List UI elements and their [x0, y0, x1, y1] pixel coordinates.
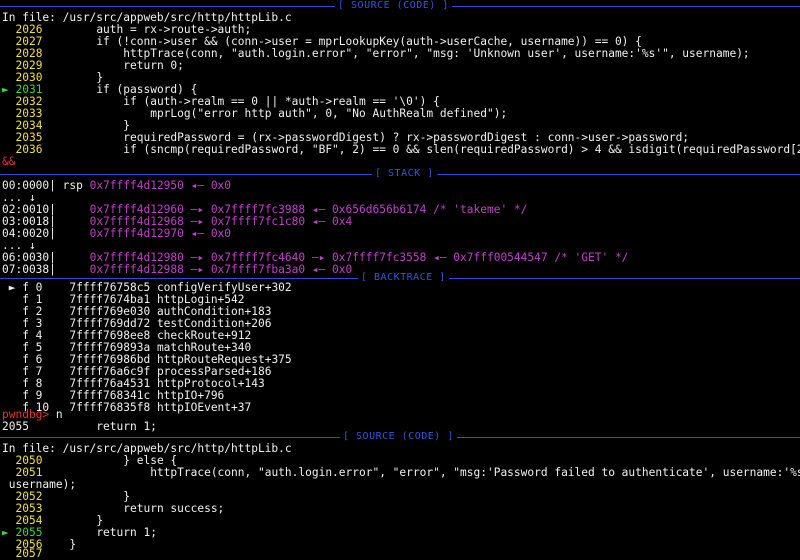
stack-row: 04:0020| 0x7ffff4d12970 ◂— 0x0 — [2, 227, 232, 240]
code-line: 2051 httpTrace(conn, "auth.login.error",… — [15, 466, 800, 479]
pane-title-source-top: [ SOURCE (CODE) ] — [335, 0, 452, 12]
pane-title-backtrace: [ BACKTRACE ] — [358, 272, 449, 284]
code-line: 2036 if (sncmp(requiredPassword, "BF", 2… — [15, 143, 800, 156]
stack-row: 00:0000| rsp 0x7ffff4d12950 ◂— 0x0 — [2, 179, 232, 192]
code-line: 2057 — [15, 547, 43, 560]
pane-title-stack: [ STACK ] — [372, 168, 437, 180]
pane-title-source-bottom: [ SOURCE (CODE) ] — [340, 431, 457, 443]
code-line-wrap: && — [2, 155, 16, 168]
